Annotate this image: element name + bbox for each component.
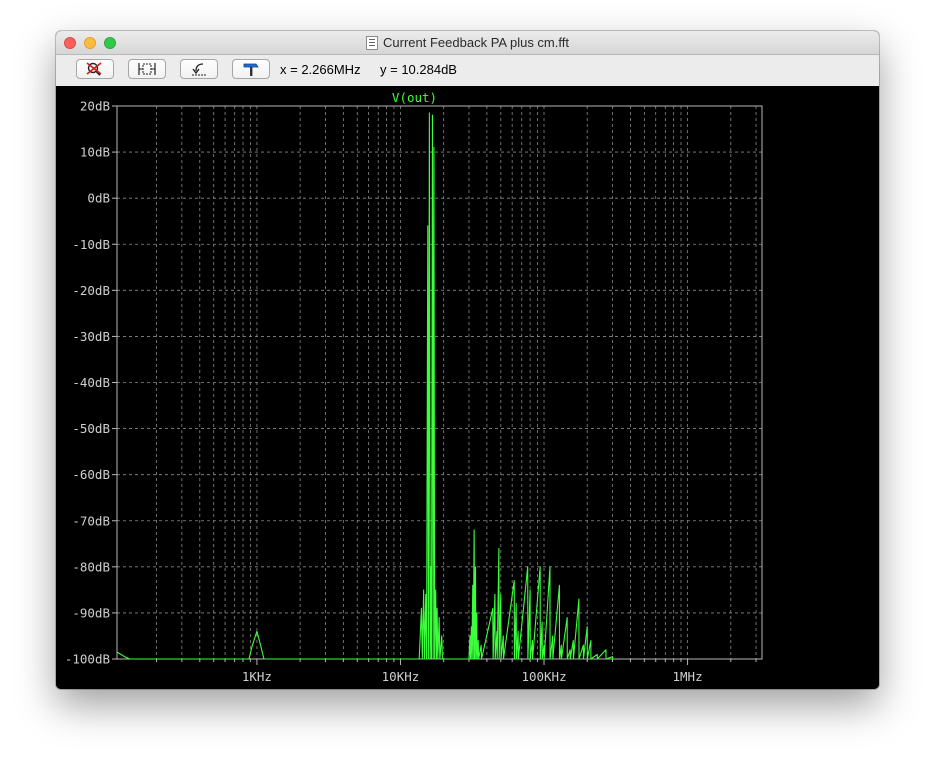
y-tick-label: -50dB xyxy=(72,421,110,436)
zoom-extents-icon xyxy=(138,63,156,75)
y-tick-label: 20dB xyxy=(80,99,110,114)
cursor-x-readout: x = 2.266MHz xyxy=(280,62,361,77)
y-tick-label: -60dB xyxy=(72,467,110,482)
y-tick-label: -20dB xyxy=(72,283,110,298)
y-tick-label: -90dB xyxy=(72,605,110,620)
x-tick-label: 10KHz xyxy=(382,669,420,684)
zoom-clear-button[interactable] xyxy=(76,59,114,79)
zoom-back-button[interactable] xyxy=(180,59,218,79)
hammer-icon xyxy=(243,63,259,76)
y-tick-label: -70dB xyxy=(72,513,110,528)
magnifier-cross-icon xyxy=(86,62,102,76)
cursor-y-readout: y = 10.284dB xyxy=(380,62,457,77)
y-tick-label: -10dB xyxy=(72,237,110,252)
autorange-button[interactable] xyxy=(232,59,270,79)
grid xyxy=(117,105,762,660)
window-title-group: Current Feedback PA plus cm.fft xyxy=(56,31,879,54)
y-axis: 20dB 10dB 0dB -10dB -20dB -30dB -40dB -50dB -60d… xyxy=(65,99,117,667)
plot-area[interactable]: 20dB 10dB 0dB -10dB -20dB -30dB -40dB -50dB -60d… xyxy=(56,86,879,689)
app-window: Current Feedback PA plus cm.fft x = 2.26… xyxy=(56,31,879,689)
series-layer xyxy=(116,112,614,660)
title-bar[interactable]: Current Feedback PA plus cm.fft xyxy=(56,31,879,55)
y-tick-label: -80dB xyxy=(72,559,110,574)
series-trace xyxy=(116,112,614,660)
zoom-extents-button[interactable] xyxy=(128,59,166,79)
x-tick-label: 100KHz xyxy=(521,669,566,684)
document-icon xyxy=(366,35,379,50)
y-tick-label: -100dB xyxy=(65,652,110,667)
x-axis: 1KHz 10KHz 100KHz 1MHz xyxy=(156,659,757,684)
zoom-back-icon xyxy=(192,63,206,76)
y-tick-label: -40dB xyxy=(72,375,110,390)
toolbar: x = 2.266MHz y = 10.284dB xyxy=(56,55,879,87)
y-tick-label: 10dB xyxy=(80,145,110,160)
y-tick-label: 0dB xyxy=(87,191,110,206)
fft-plot[interactable]: 20dB 10dB 0dB -10dB -20dB -30dB -40dB -50dB -60d… xyxy=(56,86,879,689)
trace-label[interactable]: V(out) xyxy=(392,90,437,105)
window-title: Current Feedback PA plus cm.fft xyxy=(383,35,569,50)
y-tick-label: -30dB xyxy=(72,329,110,344)
x-tick-label: 1KHz xyxy=(242,669,272,684)
x-tick-label: 1MHz xyxy=(673,669,703,684)
